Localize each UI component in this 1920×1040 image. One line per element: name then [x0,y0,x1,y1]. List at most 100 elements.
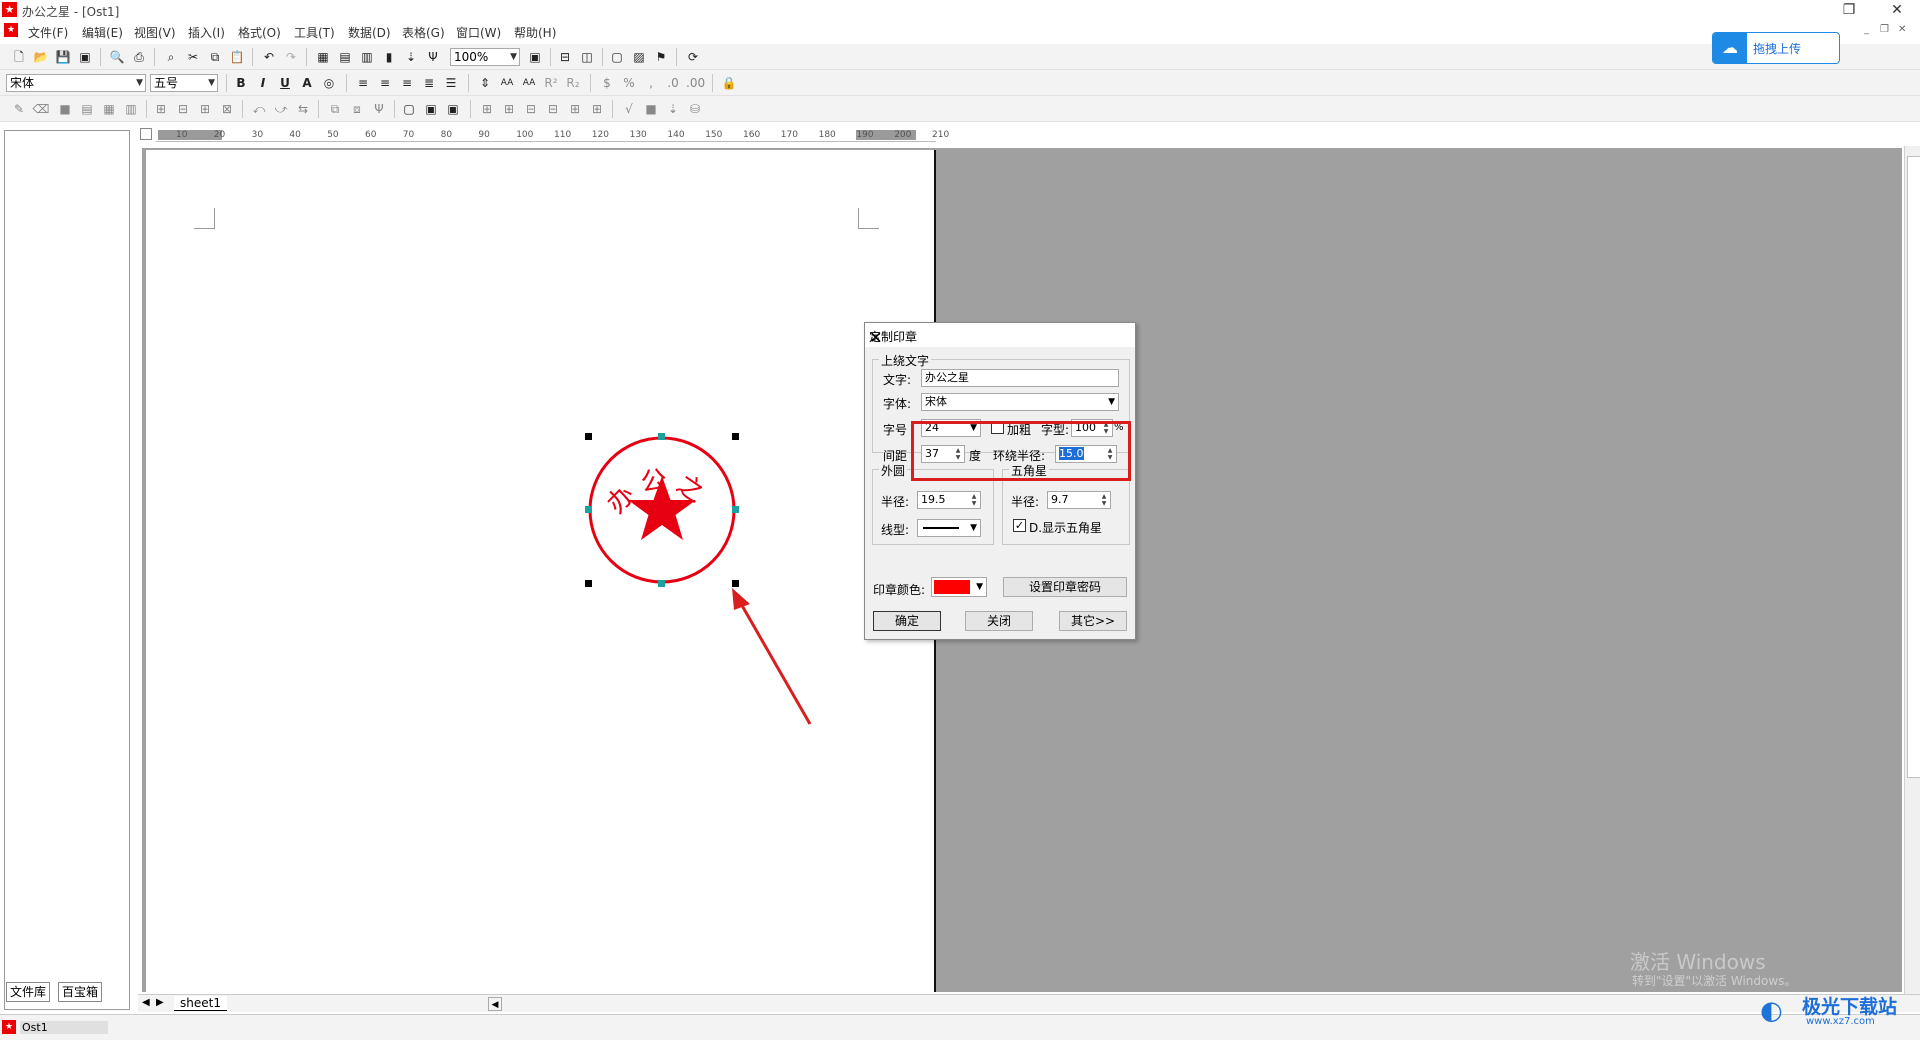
frame-icon[interactable]: ▢ [608,48,626,66]
insert-image-icon[interactable]: ▦ [314,48,332,66]
eraser-icon[interactable]: ⌫ [32,100,50,118]
insert-col-icon[interactable]: ⊞ [500,100,518,118]
tab-file-library[interactable]: 文件库 [6,982,51,1002]
header-icon[interactable]: ▣ [422,100,440,118]
insert-row-icon[interactable]: ⊞ [478,100,496,118]
currency-icon[interactable]: $ [598,74,616,92]
resize-handle-n[interactable] [658,433,665,440]
prev-sheet-icon[interactable]: ◀ [142,997,150,1008]
justify-icon[interactable]: ≣ [420,74,438,92]
drag-upload-button[interactable]: ☁ 拖拽上传 [1712,32,1840,64]
align-left-icon[interactable]: ≡ [354,74,372,92]
resize-handle-w[interactable] [585,506,592,513]
delete-col-icon[interactable]: ⊟ [544,100,562,118]
vertical-scrollbar[interactable] [1904,146,1920,994]
rotate-left-icon[interactable]: ⤺ [250,100,268,118]
underline-button[interactable]: U [276,74,294,92]
align-center-icon[interactable]: ≡ [376,74,394,92]
lock-icon[interactable]: 🔒 [720,74,738,92]
col-width-icon[interactable]: ⊞ [588,100,606,118]
split-vertical-icon[interactable]: ◫ [578,48,596,66]
outer-radius-spinner[interactable]: 19.5 ▲ ▼ [917,491,981,509]
show-star-checkbox[interactable]: ✓ [1013,519,1026,532]
split-horizontal-icon[interactable]: ⊟ [556,48,574,66]
resize-handle-s[interactable] [658,580,665,587]
superscript-icon[interactable]: R² [542,74,560,92]
resize-handle-e[interactable] [732,506,739,513]
font-size-select[interactable]: 五号 ▼ [150,74,218,92]
font-name-select[interactable]: 宋体 ▼ [6,74,146,92]
save-all-icon[interactable]: ▣ [76,48,94,66]
shade-icon[interactable]: ■ [642,100,660,118]
tab-sheet1[interactable]: sheet1 [174,996,227,1011]
highlight-icon[interactable]: ◎ [320,74,338,92]
ok-button[interactable]: 确定 [873,611,941,631]
line-type-select[interactable]: ▼ [917,519,981,537]
flip-icon[interactable]: ⇆ [294,100,312,118]
mdi-minimize-button[interactable]: _ [1864,24,1869,35]
border-icon[interactable]: ▤ [78,100,96,118]
char-scale-icon[interactable]: AA [520,74,538,92]
cell-valign-icon[interactable]: ⊠ [218,100,236,118]
font-select[interactable]: 宋体 ▼ [921,393,1119,411]
cut-icon[interactable]: ✂ [184,48,202,66]
footer-icon[interactable]: ▣ [444,100,462,118]
document-page[interactable] [146,150,936,992]
sort-down-icon[interactable]: ⇣ [664,100,682,118]
grid-icon[interactable]: ▦ [100,100,118,118]
table-style-icon[interactable]: ▥ [122,100,140,118]
split-cells-icon[interactable]: ⊟ [174,100,192,118]
edit-frame-icon[interactable]: ▨ [630,48,648,66]
find-icon[interactable]: ⌕ [162,48,180,66]
stamp-tool-icon[interactable]: ⛁ [686,100,704,118]
page-frame-icon[interactable]: ▢ [400,100,418,118]
distribute-icon[interactable]: ☰ [442,74,460,92]
row-height-icon[interactable]: ⊞ [566,100,584,118]
mdi-close-button[interactable]: ✕ [1898,24,1906,35]
status-doc-name[interactable]: Ost1 [20,1021,108,1034]
formula-icon[interactable]: Ψ [424,48,442,66]
horizontal-ruler[interactable]: 10 20 30 40 50 60 70 80 90 100 110 120 130 140 150 160 1… [156,128,949,142]
menu-data[interactable]: 数据(D) [348,24,391,41]
group-icon[interactable]: ⧉ [326,100,344,118]
print-preview-icon[interactable]: 🔍 [108,48,126,66]
increase-decimal-icon[interactable]: .0 [664,74,682,92]
menu-file[interactable]: 文件(F) [28,24,68,41]
more-options-button[interactable]: 其它>> [1059,611,1127,631]
seal-color-picker[interactable]: ▼ [931,577,987,597]
close-window-button[interactable]: ✕ [1874,0,1920,20]
star-radius-spinner[interactable]: 9.7 ▲ ▼ [1047,491,1111,509]
flag-icon[interactable]: ⚑ [652,48,670,66]
font-color-button[interactable]: A [298,74,316,92]
ruler-corner[interactable] [140,128,152,140]
dialog-close-button[interactable]: 关闭 [965,611,1033,631]
zoom-select[interactable]: 100% ▼ [450,48,520,66]
ungroup-icon[interactable]: ⧈ [348,100,366,118]
seal-text-input[interactable]: 办公之星 [921,369,1119,387]
seal-stamp[interactable]: 办公之星 [572,413,739,587]
set-seal-password-button[interactable]: 设置印章密码 [1003,577,1127,597]
scrollbar-thumb[interactable] [1907,156,1920,778]
menu-insert[interactable]: 插入(I) [188,24,225,41]
italic-button[interactable]: I [254,74,272,92]
menu-view[interactable]: 视图(V) [134,24,176,41]
menu-tools[interactable]: 工具(T) [294,24,335,41]
save-icon[interactable]: 💾 [54,48,72,66]
align-right-icon[interactable]: ≡ [398,74,416,92]
menu-window[interactable]: 窗口(W) [456,24,501,41]
insert-chart-icon[interactable]: ▥ [358,48,376,66]
char-spacing-icon[interactable]: AA [498,74,516,92]
spinner-arrows-icon[interactable]: ▲ ▼ [969,493,979,507]
undo-icon[interactable]: ↶ [260,48,278,66]
pencil-icon[interactable]: ✎ [10,100,28,118]
order-icon[interactable]: Ψ [370,100,388,118]
rotate-right-icon[interactable]: ⤻ [272,100,290,118]
spinner-arrows-icon[interactable]: ▲ ▼ [1099,493,1109,507]
restore-window-button[interactable]: ❐ [1826,0,1872,20]
subscript-icon[interactable]: R₂ [564,74,582,92]
tab-toolbox[interactable]: 百宝箱 [58,982,103,1002]
sqrt-icon[interactable]: √ [620,100,638,118]
mdi-restore-button[interactable]: ❐ [1880,24,1889,35]
comma-icon[interactable]: , [642,74,660,92]
menu-format[interactable]: 格式(O) [238,24,281,41]
